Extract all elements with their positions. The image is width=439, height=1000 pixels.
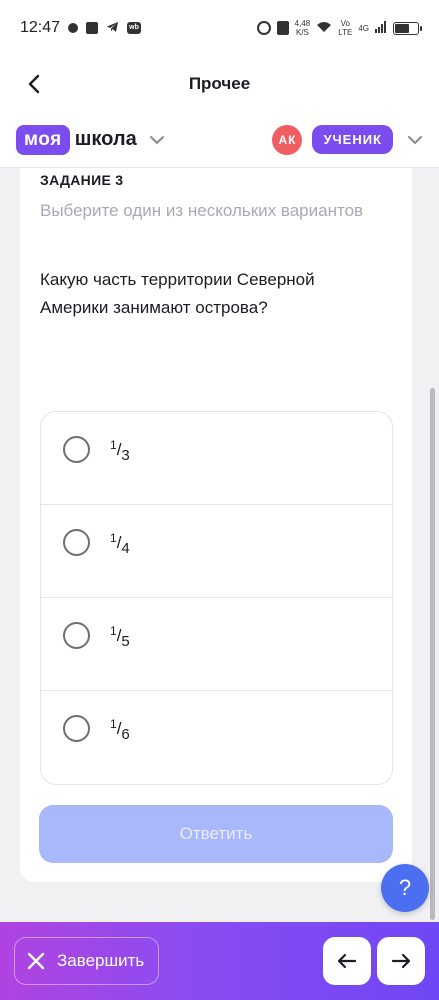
alarm-icon bbox=[256, 21, 271, 35]
logo[interactable]: моя школа bbox=[16, 124, 165, 155]
option-3[interactable]: 1/5 bbox=[41, 598, 392, 691]
arrow-left-icon bbox=[337, 953, 357, 969]
radio-button[interactable] bbox=[63, 715, 90, 742]
arrow-right-icon bbox=[391, 953, 411, 969]
radio-button[interactable] bbox=[63, 622, 90, 649]
logo-shkola: школа bbox=[74, 128, 137, 150]
avatar[interactable]: АК bbox=[272, 124, 303, 155]
option-label: 1/6 bbox=[110, 717, 130, 743]
close-icon bbox=[27, 952, 45, 970]
question-text: Какую часть территории Северной Америки … bbox=[40, 270, 315, 317]
wifi-icon bbox=[316, 21, 332, 36]
role-badge[interactable]: УЧЕНИК bbox=[312, 125, 393, 154]
status-time: 12:47 bbox=[20, 19, 61, 36]
submit-button[interactable]: Ответить bbox=[39, 805, 393, 863]
scrollbar[interactable] bbox=[430, 388, 435, 920]
option-2[interactable]: 1/4 bbox=[41, 505, 392, 598]
help-button[interactable]: ? bbox=[381, 864, 429, 912]
logo-moya: моя bbox=[16, 124, 70, 155]
option-label: 1/4 bbox=[110, 531, 130, 557]
option-label: 1/5 bbox=[110, 624, 130, 650]
page-title: Прочее bbox=[188, 74, 251, 93]
radio-button[interactable] bbox=[63, 436, 90, 463]
nav-bar: Прочее bbox=[0, 56, 439, 112]
arrow-left-icon bbox=[28, 74, 40, 94]
task-card: ЗАДАНИЕ 3 Выберите один из нескольких ва… bbox=[20, 168, 412, 882]
answer-options: 1/3 1/4 1/5 1/6 bbox=[40, 411, 393, 785]
telegram-icon bbox=[106, 20, 119, 37]
finish-label: Завершить bbox=[57, 951, 145, 970]
bell-icon bbox=[68, 23, 79, 33]
chevron-down-icon[interactable] bbox=[149, 135, 165, 145]
network-speed: 4,48 K/S bbox=[294, 19, 311, 37]
task-hint: Выберите один из нескольких вариантов bbox=[40, 201, 364, 220]
app-icon bbox=[86, 22, 99, 34]
next-button[interactable] bbox=[377, 937, 425, 985]
option-4[interactable]: 1/6 bbox=[41, 691, 392, 784]
back-button[interactable] bbox=[20, 70, 48, 98]
nfc-icon bbox=[276, 21, 289, 35]
finish-button[interactable]: Завершить bbox=[14, 937, 160, 985]
prev-button[interactable] bbox=[323, 937, 371, 985]
signal-icon bbox=[375, 20, 387, 36]
task-label: ЗАДАНИЕ 3 bbox=[40, 172, 124, 188]
status-bar: 12:47 wb 4,48 K/S Vo LTE 4G bbox=[0, 0, 439, 56]
option-1[interactable]: 1/3 bbox=[41, 412, 392, 505]
wb-icon: wb bbox=[127, 22, 142, 34]
option-label: 1/3 bbox=[110, 438, 130, 464]
brand-bar: моя школа АК УЧЕНИК bbox=[0, 112, 439, 168]
volte-indicator: Vo LTE bbox=[338, 19, 353, 37]
battery-icon bbox=[393, 21, 422, 35]
bottom-bar: Завершить bbox=[0, 922, 439, 1000]
chevron-down-icon[interactable] bbox=[407, 135, 423, 145]
signal-4g: 4G bbox=[358, 23, 369, 33]
radio-button[interactable] bbox=[63, 529, 90, 556]
